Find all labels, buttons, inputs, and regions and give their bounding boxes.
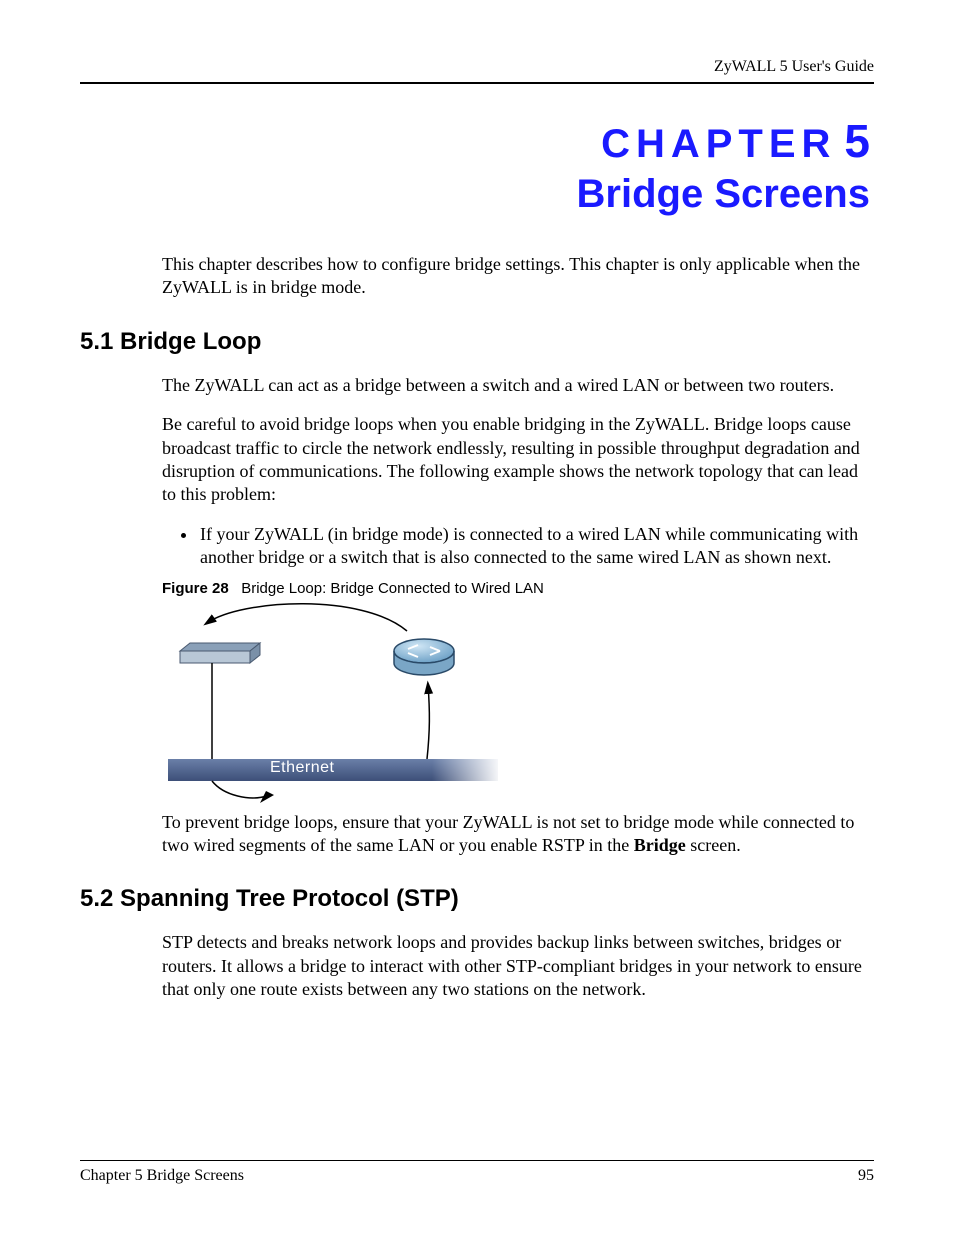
- section-5-1-bullets: If your ZyWALL (in bridge mode) is conne…: [80, 523, 874, 570]
- figure-28-label: Figure 28: [162, 580, 229, 597]
- section-5-1-heading: 5.1 Bridge Loop: [80, 328, 874, 356]
- section-5-1-bullet-1: If your ZyWALL (in bridge mode) is conne…: [198, 523, 874, 570]
- footer-left: Chapter 5 Bridge Screens: [80, 1167, 244, 1185]
- chapter-label-line: CHAPTER5: [80, 114, 870, 168]
- figure-28-title: Bridge Loop: Bridge Connected to Wired L…: [241, 580, 544, 597]
- ethernet-label: Ethernet: [270, 759, 334, 777]
- router-icon: [394, 639, 454, 675]
- chapter-number: 5: [844, 114, 870, 168]
- bridge-loop-diagram-svg: [162, 601, 532, 811]
- section-5-1-p1: The ZyWALL can act as a bridge between a…: [80, 374, 874, 397]
- bottom-rule: [80, 1160, 874, 1161]
- figure-28-caption: Figure 28 Bridge Loop: Bridge Connected …: [80, 580, 874, 597]
- section-5-2-p1: STP detects and breaks network loops and…: [80, 931, 874, 1001]
- footer-page-number: 95: [858, 1167, 874, 1185]
- section-5-1-p3-b: screen.: [686, 835, 741, 855]
- section-5-1-p3: To prevent bridge loops, ensure that you…: [80, 811, 874, 858]
- section-5-1-p3-bold: Bridge: [634, 835, 686, 855]
- section-5-1-p2: Be careful to avoid bridge loops when yo…: [80, 413, 874, 507]
- page-footer: Chapter 5 Bridge Screens 95: [80, 1160, 874, 1185]
- chapter-intro: This chapter describes how to configure …: [80, 253, 874, 300]
- running-head: ZyWALL 5 User's Guide: [80, 58, 874, 76]
- chapter-title: Bridge Screens: [80, 172, 870, 217]
- switch-icon: [180, 643, 260, 663]
- section-5-1-p3-a: To prevent bridge loops, ensure that you…: [162, 812, 854, 855]
- chapter-heading-block: CHAPTER5 Bridge Screens: [80, 114, 870, 217]
- document-page: ZyWALL 5 User's Guide CHAPTER5 Bridge Sc…: [0, 0, 954, 1235]
- top-rule: [80, 82, 874, 84]
- figure-28-diagram: Ethernet: [162, 601, 532, 811]
- section-5-2-heading: 5.2 Spanning Tree Protocol (STP): [80, 885, 874, 913]
- chapter-label-word: CHAPTER: [601, 122, 836, 167]
